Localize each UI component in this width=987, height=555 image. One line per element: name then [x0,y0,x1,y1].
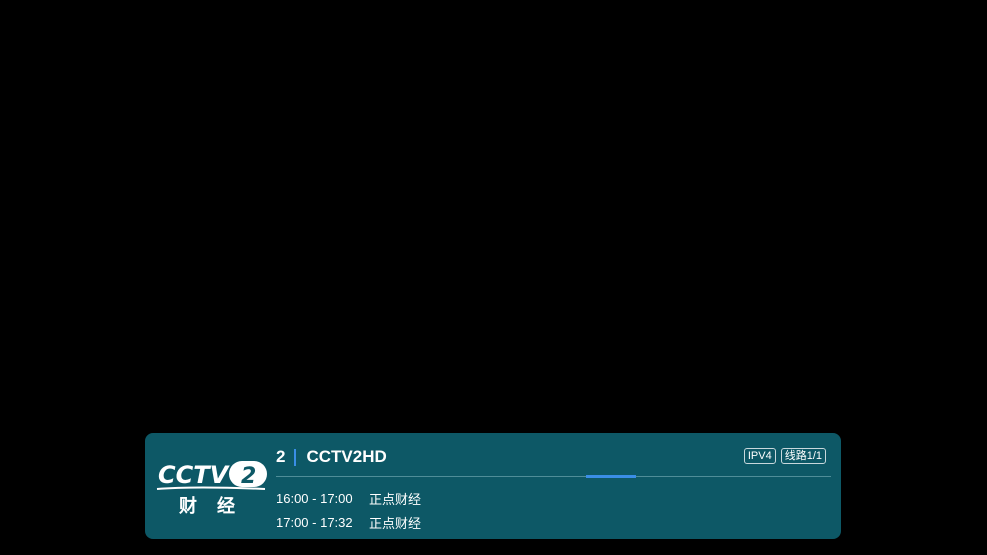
channel-number: 2 [276,447,286,466]
protocol-badge: IPV4 [743,448,776,464]
program-row-next: 17:00 - 17:32 正点财经 [276,510,421,534]
progress-fill [585,475,636,478]
program-row-current: 16:00 - 17:00 正点财经 [276,486,421,510]
channel-info-panel: CCTV 2 财经 2 CCTV2HD IPV4 线路1/1 16:00 - 1… [145,433,841,539]
logo-subtitle: 财经 [179,496,255,517]
program-time: 16:00 - 17:00 [276,490,353,506]
source-line-badge: 线路1/1 [780,448,826,464]
channel-name: CCTV2HD [306,447,387,466]
program-title: 正点财经 [369,515,422,531]
channel-separator [294,448,297,466]
program-title: 正点财经 [369,491,422,507]
logo-brand-text: CCTV [158,461,231,489]
channel-header: 2 CCTV2HD [276,446,387,468]
progress-track [276,476,831,477]
program-time: 17:00 - 17:32 [276,514,353,530]
channel-logo: CCTV 2 财经 [155,458,267,518]
badge-group: IPV4 线路1/1 [743,448,826,464]
logo-number-text: 2 [241,464,256,489]
program-list: 16:00 - 17:00 正点财经 17:00 - 17:32 正点财经 [276,486,421,534]
